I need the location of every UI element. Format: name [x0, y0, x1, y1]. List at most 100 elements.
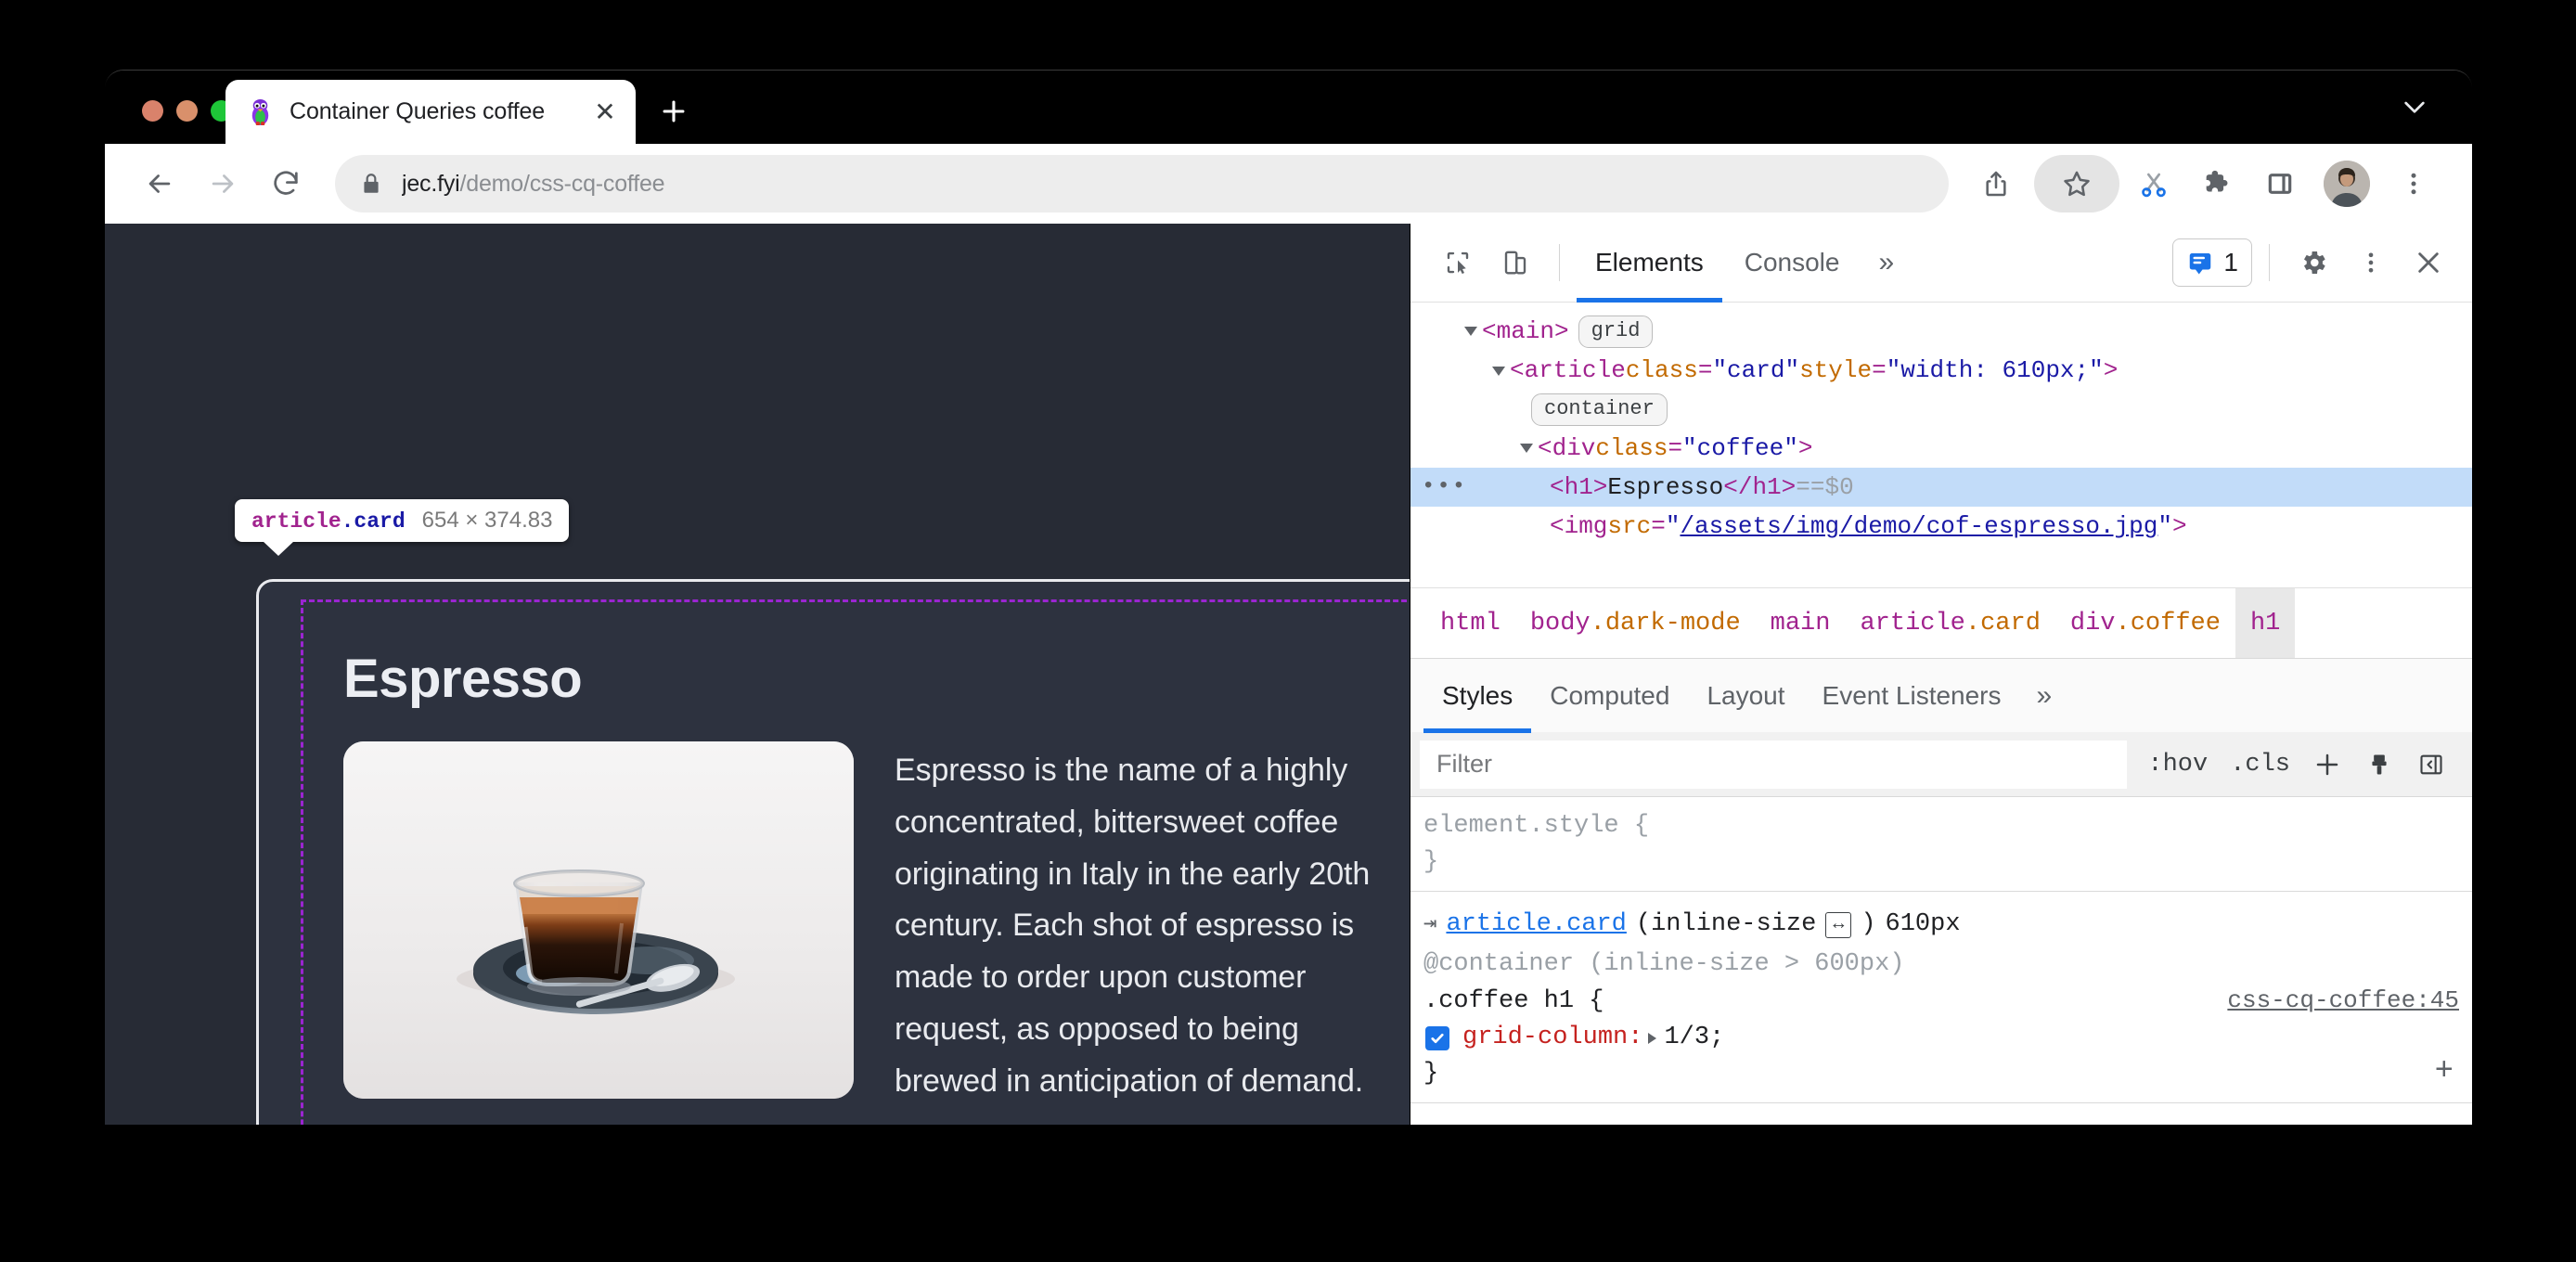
- gear-icon[interactable]: [2286, 236, 2340, 290]
- dom-token: =: [1651, 512, 1666, 541]
- toolbar-divider-2: [2269, 244, 2270, 281]
- dom-tree[interactable]: <main> grid <article class = "card" style = "w…: [1410, 303, 2472, 587]
- paintbrush-icon[interactable]: [2353, 732, 2405, 797]
- breadcrumb-tag: div: [2069, 609, 2116, 637]
- breadcrumb-tag: article: [1860, 609, 1965, 637]
- scissors-icon[interactable]: [2125, 155, 2183, 212]
- dom-node-row[interactable]: <article class = "card" style = "width: 610p…: [1410, 351, 2472, 390]
- tab-title: Container Queries coffee: [290, 98, 546, 124]
- breadcrumb-item-main[interactable]: main: [1756, 604, 1846, 643]
- devtools-toolbar: Elements Console » 1: [1410, 224, 2472, 303]
- element-style-close: }: [1423, 848, 1439, 877]
- address-bar-url: jec.fyi/demo/css-cq-coffee: [402, 171, 664, 198]
- browser-window: Container Queries coffee ✕ jec.fyi/demo/…: [105, 70, 2472, 1125]
- container-ancestor-link[interactable]: article.card: [1446, 907, 1626, 943]
- dom-token: >: [2171, 512, 2187, 541]
- breadcrumb-item-body[interactable]: body.dark-mode: [1515, 604, 1756, 643]
- browser-tab[interactable]: Container Queries coffee ✕: [225, 80, 636, 144]
- css-rules-pane[interactable]: element.style { } ⇥ article.card (inline…: [1410, 797, 2472, 1125]
- card-paragraph: Espresso is the name of a highly concent…: [895, 753, 1371, 1099]
- disclosure-triangle-icon[interactable]: [1464, 327, 1477, 337]
- close-icon[interactable]: [2402, 236, 2455, 290]
- tab-event-listeners[interactable]: Event Listeners: [1804, 659, 2020, 733]
- disclosure-triangle-icon[interactable]: [1520, 443, 1533, 453]
- back-arrow-icon[interactable]: [131, 155, 188, 212]
- hover-state-button[interactable]: :hov: [2136, 732, 2219, 797]
- more-styles-tabs-icon[interactable]: »: [2020, 680, 2069, 712]
- tab-layout[interactable]: Layout: [1688, 659, 1803, 733]
- dom-node-row[interactable]: container: [1410, 391, 2472, 429]
- tab-console[interactable]: Console: [1726, 224, 1859, 303]
- dom-token: =: [1872, 356, 1887, 385]
- breadcrumb-item-html[interactable]: html: [1425, 604, 1515, 643]
- puzzle-piece-icon[interactable]: [2188, 155, 2246, 212]
- declaration-checkbox[interactable]: [1425, 1025, 1449, 1050]
- breadcrumb-tag: main: [1770, 609, 1831, 637]
- dom-token: style: [1799, 356, 1873, 385]
- bookmark-star-button[interactable]: [2034, 155, 2119, 212]
- dom-badge-grid[interactable]: grid: [1578, 315, 1654, 348]
- breadcrumb-item-h1[interactable]: h1: [2235, 588, 2296, 658]
- dom-node-row[interactable]: <img src = "/assets/img/demo/cof-espresso.…: [1410, 507, 2472, 546]
- dom-node-row[interactable]: ••• <h1> Espresso </h1> == $0: [1410, 467, 2472, 508]
- dom-token: $0: [1824, 472, 1854, 501]
- dom-node-row[interactable]: <div class = "coffee" >: [1410, 429, 2472, 468]
- expand-triangle-icon[interactable]: [1648, 1032, 1657, 1044]
- declaration-value[interactable]: 1/3;: [1664, 1020, 1724, 1056]
- breadcrumb[interactable]: html body.dark-mode main article.card div.co…: [1410, 587, 2472, 658]
- dom-token[interactable]: /assets/img/demo/cof-espresso.jpg: [1680, 509, 2157, 543]
- collapse-sidebar-icon[interactable]: [2405, 732, 2457, 797]
- breadcrumb-item-article[interactable]: article.card: [1845, 604, 2054, 643]
- breadcrumb-item-div[interactable]: div.coffee: [2055, 604, 2235, 643]
- dom-node-ellipsis-icon[interactable]: •••: [1422, 471, 1467, 503]
- more-tabs-icon[interactable]: »: [1861, 224, 1911, 303]
- issues-icon: [2186, 249, 2214, 277]
- plus-icon[interactable]: [2301, 732, 2353, 797]
- tab-elements[interactable]: Elements: [1577, 224, 1722, 303]
- browser-toolbar: jec.fyi/demo/css-cq-coffee: [105, 144, 2472, 224]
- dom-node-row[interactable]: <main> grid: [1410, 312, 2472, 351]
- lock-icon: [359, 172, 383, 196]
- three-dot-menu-icon[interactable]: [2385, 155, 2442, 212]
- device-toolbar-icon[interactable]: [1488, 236, 1542, 290]
- tab-close-button[interactable]: ✕: [591, 98, 619, 126]
- avatar[interactable]: [2324, 161, 2370, 207]
- dom-token: =: [1697, 356, 1713, 385]
- disclosure-triangle-icon[interactable]: [1492, 366, 1505, 376]
- dom-token: "card": [1712, 356, 1800, 385]
- tab-styles[interactable]: Styles: [1423, 659, 1532, 733]
- tab-computed[interactable]: Computed: [1531, 659, 1688, 733]
- issues-button[interactable]: 1: [2172, 238, 2252, 287]
- window-minimize-button[interactable]: [176, 100, 198, 122]
- dom-token: <main>: [1482, 317, 1569, 345]
- three-dot-menu-icon[interactable]: [2344, 236, 2398, 290]
- container-ancestor-row[interactable]: ⇥ article.card (inline-size ↔ ) 610px: [1410, 903, 2472, 946]
- rule-source-link[interactable]: css-cq-coffee:45: [2227, 984, 2459, 1019]
- side-panel-icon[interactable]: [2251, 155, 2309, 212]
- element-style-rule[interactable]: element.style { }: [1410, 808, 2472, 882]
- rule-divider-2: [1410, 1101, 2472, 1103]
- breadcrumb-class: .dark-mode: [1590, 609, 1741, 637]
- add-declaration-plus-icon[interactable]: +: [2435, 1056, 2454, 1088]
- breadcrumb-tag: body: [1529, 609, 1591, 637]
- window-close-button[interactable]: [142, 100, 163, 122]
- rule-selector[interactable]: .coffee h1 {: [1423, 987, 1604, 1015]
- filter-input[interactable]: [1420, 740, 2128, 789]
- declaration-property[interactable]: grid-column: [1462, 1020, 1628, 1056]
- share-icon[interactable]: [1967, 155, 2025, 212]
- dom-token: </h1>: [1723, 472, 1797, 501]
- badge-class: .card: [341, 509, 406, 534]
- declaration-row[interactable]: grid-column : 1/3;: [1423, 1020, 2472, 1056]
- forward-arrow-icon[interactable]: [194, 155, 251, 212]
- container-css-rule[interactable]: @container (inline-size > 600px) .coffee…: [1410, 946, 2472, 1093]
- tab-strip: Container Queries coffee ✕: [105, 71, 2472, 144]
- inspect-element-icon[interactable]: [1431, 236, 1485, 290]
- dom-token: src: [1607, 512, 1652, 541]
- element-classes-button[interactable]: .cls: [2219, 732, 2301, 797]
- address-bar[interactable]: jec.fyi/demo/css-cq-coffee: [335, 155, 1949, 212]
- reload-icon[interactable]: [257, 155, 315, 212]
- new-tab-button[interactable]: [645, 83, 702, 140]
- dom-badge-container[interactable]: container: [1531, 393, 1668, 426]
- rule-divider: [1410, 890, 2472, 892]
- chevron-down-icon[interactable]: [2392, 84, 2437, 129]
